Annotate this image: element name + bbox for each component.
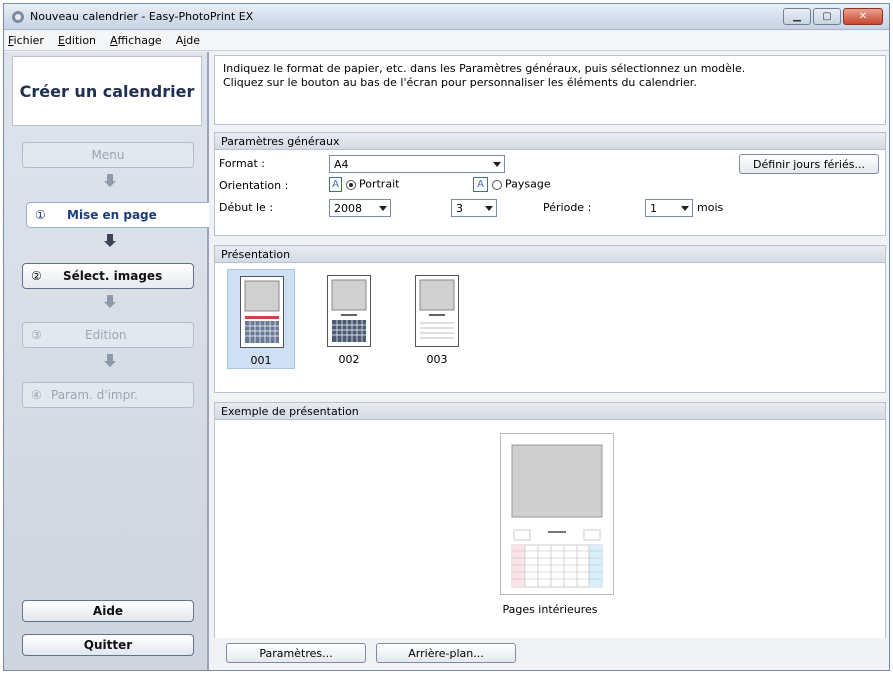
general-settings-panel: Paramètres généraux Format : A4 Définir …: [214, 132, 886, 236]
format-value: A4: [334, 158, 349, 171]
period-label: Période :: [543, 201, 592, 214]
chevron-down-icon: [493, 162, 501, 167]
landscape-icon: A: [473, 177, 488, 192]
period-unit: mois: [697, 201, 724, 214]
step-menu[interactable]: Menu: [22, 142, 194, 168]
layout-003-icon: [415, 275, 459, 347]
step-label: Edition: [85, 328, 127, 342]
step-number: ③: [31, 328, 42, 342]
footer-bar: Paramètres... Arrière-plan...: [214, 638, 886, 668]
sidebar-title: Créer un calendrier: [12, 56, 202, 126]
format-select[interactable]: A4: [329, 155, 505, 173]
maximize-button[interactable]: ▢: [813, 8, 841, 25]
portrait-radio[interactable]: [345, 179, 356, 190]
layout-thumb-003[interactable]: 003: [403, 269, 471, 369]
layout-002-icon: [327, 275, 371, 347]
arrow-down-icon: [104, 234, 116, 247]
step-number: ④: [31, 388, 42, 402]
title-bar: Nouveau calendrier - Easy-PhotoPrint EX …: [4, 4, 889, 30]
step-label: Sélect. images: [63, 269, 163, 283]
step-number: ②: [31, 269, 42, 283]
step-mise-en-page[interactable]: ① Mise en page: [26, 202, 209, 228]
portrait-option[interactable]: A Portrait: [329, 177, 399, 192]
layout-001-icon: [240, 276, 284, 348]
layout-label: 002: [338, 353, 360, 366]
period-value: 1: [650, 202, 657, 215]
step-edition[interactable]: ③ Edition: [22, 322, 194, 348]
define-holidays-button[interactable]: Définir jours fériés...: [739, 154, 879, 174]
start-year-value: 2008: [334, 202, 362, 215]
landscape-radio[interactable]: [491, 179, 502, 190]
presentation-panel: Présentation 001 002 003: [214, 245, 886, 393]
layout-label: 001: [250, 354, 272, 367]
start-month-value: 3: [456, 202, 463, 215]
close-icon: ✕: [858, 11, 868, 22]
instructions-line-2: Cliquez sur le bouton au bas de l'écran …: [223, 76, 697, 89]
layout-thumb-002[interactable]: 002: [315, 269, 383, 369]
help-button[interactable]: Aide: [22, 600, 194, 622]
landscape-option[interactable]: A Paysage: [473, 177, 551, 192]
settings-button[interactable]: Paramètres...: [226, 643, 366, 663]
step-menu-label: Menu: [91, 148, 125, 162]
preview-heading: Exemple de présentation: [215, 403, 885, 420]
menu-affichage[interactable]: Affichage: [110, 34, 162, 47]
preview-caption: Pages intérieures: [502, 603, 598, 616]
general-settings-heading: Paramètres généraux: [215, 133, 885, 150]
arrow-down-icon: [104, 295, 116, 308]
arrow-down-icon: [104, 174, 116, 187]
window-controls: ▁ ▢ ✕: [783, 8, 883, 25]
portrait-label: Portrait: [359, 177, 400, 191]
period-select[interactable]: 1: [645, 199, 693, 217]
app-icon: [12, 11, 24, 23]
portrait-icon: A: [329, 177, 342, 192]
app-window: Nouveau calendrier - Easy-PhotoPrint EX …: [3, 3, 890, 671]
menu-edition[interactable]: Edition: [58, 34, 96, 47]
step-label: Mise en page: [67, 208, 157, 222]
chevron-down-icon: [681, 206, 689, 211]
start-year-select[interactable]: 2008: [329, 199, 391, 217]
chevron-down-icon: [485, 206, 493, 211]
background-button[interactable]: Arrière-plan...: [376, 643, 516, 663]
format-label: Format :: [219, 157, 265, 170]
step-select-images[interactable]: ② Sélect. images: [22, 263, 194, 289]
menu-bar: Fichier Edition Affichage Aide: [4, 31, 889, 51]
start-label: Début le :: [219, 201, 274, 214]
step-number: ①: [35, 208, 46, 222]
menu-fichier[interactable]: Fichier: [8, 34, 44, 47]
window-title: Nouveau calendrier - Easy-PhotoPrint EX: [30, 10, 254, 23]
layout-label: 003: [426, 353, 448, 366]
calendar-preview-image: [500, 433, 614, 595]
step-label: Param. d'impr.: [51, 388, 138, 402]
menu-aide[interactable]: Aide: [176, 34, 200, 47]
chevron-down-icon: [379, 206, 387, 211]
preview-panel: Exemple de présentation Pages intérieure…: [214, 402, 886, 641]
sidebar: Créer un calendrier Menu ① Mise en page …: [4, 52, 209, 670]
step-print-settings[interactable]: ④ Param. d'impr.: [22, 382, 194, 408]
landscape-label: Paysage: [505, 177, 551, 191]
orientation-label: Orientation :: [219, 179, 289, 192]
instructions-line-1: Indiquez le format de papier, etc. dans …: [223, 62, 746, 75]
close-button[interactable]: ✕: [843, 8, 883, 25]
presentation-heading: Présentation: [215, 246, 885, 263]
main-area: Indiquez le format de papier, etc. dans …: [211, 52, 889, 670]
minimize-button[interactable]: ▁: [783, 8, 811, 25]
arrow-down-icon: [104, 354, 116, 367]
layout-thumb-001[interactable]: 001: [227, 269, 295, 369]
minimize-icon: ▁: [793, 11, 801, 22]
instructions-panel: Indiquez le format de papier, etc. dans …: [214, 55, 886, 125]
quit-button[interactable]: Quitter: [22, 634, 194, 656]
start-month-select[interactable]: 3: [451, 199, 497, 217]
maximize-icon: ▢: [822, 11, 832, 22]
